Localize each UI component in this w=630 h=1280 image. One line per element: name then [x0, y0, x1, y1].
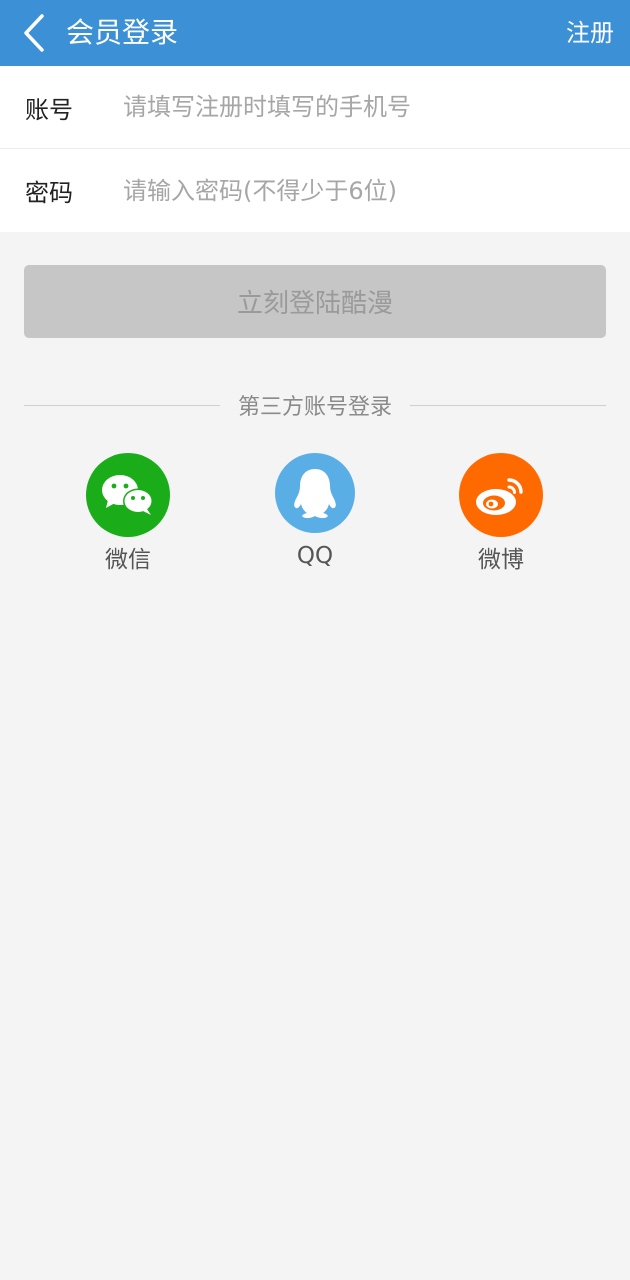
top-navigation-bar: 会员登录 注册 — [0, 0, 630, 66]
wechat-label: 微信 — [105, 547, 151, 573]
account-label: 账号 — [25, 95, 73, 124]
page-title: 会员登录 — [66, 16, 179, 49]
wechat-login-button[interactable]: 微信 — [73, 453, 183, 575]
divider-line-right — [410, 404, 607, 406]
divider-line-left — [24, 404, 220, 406]
qq-label: QQ — [296, 543, 334, 569]
login-form: 账号 密码 — [0, 66, 630, 232]
chevron-left-icon — [24, 14, 44, 52]
account-input[interactable] — [123, 93, 603, 121]
account-row: 账号 — [0, 66, 630, 149]
third-party-divider: 第三方账号登录 — [24, 388, 607, 422]
weibo-login-button[interactable]: 微博 — [446, 453, 556, 575]
third-party-title: 第三方账号登录 — [238, 395, 393, 420]
password-row: 密码 — [0, 149, 630, 232]
weibo-label: 微博 — [478, 547, 524, 573]
login-button[interactable]: 立刻登陆酷漫 — [24, 265, 606, 338]
password-label: 密码 — [25, 179, 73, 207]
weibo-icon — [459, 453, 543, 537]
qq-login-button[interactable]: QQ — [260, 453, 370, 571]
register-link[interactable]: 注册 — [566, 16, 614, 50]
password-input[interactable] — [123, 176, 603, 205]
qq-icon — [275, 453, 355, 533]
wechat-icon — [86, 453, 170, 537]
back-button[interactable] — [14, 12, 54, 54]
